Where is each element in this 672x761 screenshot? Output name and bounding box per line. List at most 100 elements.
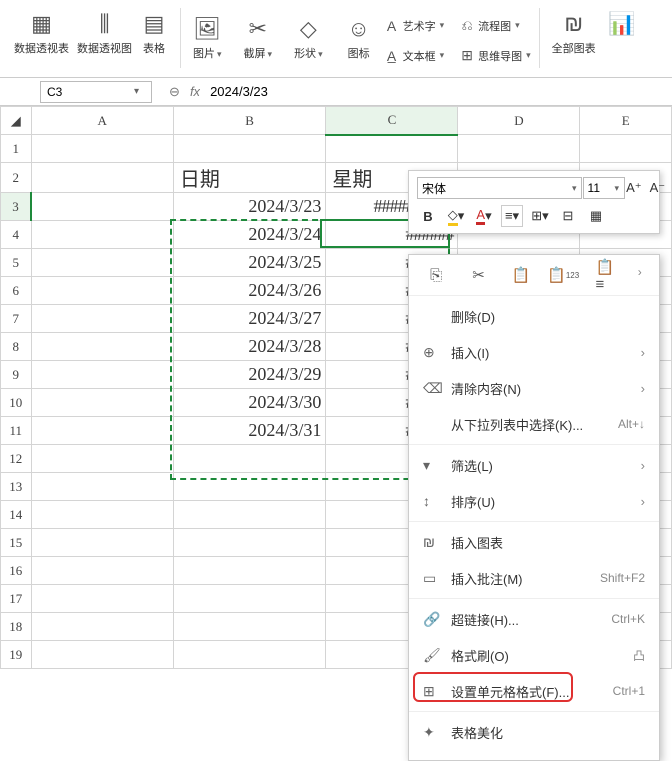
cell[interactable] [31,163,173,193]
font-select[interactable] [417,177,582,199]
ctx-beautify[interactable]: ✦表格美化 [409,714,659,750]
chevron-right-icon[interactable]: › [638,265,642,285]
font-size-select[interactable] [583,177,625,199]
cell[interactable] [173,501,326,529]
cell[interactable]: 2024/3/25 [173,249,326,277]
cell[interactable] [31,389,173,417]
row-header[interactable]: 4 [1,221,32,249]
ctx-dropdown-select[interactable]: 从下拉列表中选择(K)...Alt+↓ [409,406,659,442]
ctx-sort[interactable]: ↕排序(U)› [409,483,659,519]
cell[interactable] [31,585,173,613]
row-header[interactable]: 6 [1,277,32,305]
ctx-insert[interactable]: ⊕插入(I)› [409,334,659,370]
cell[interactable] [173,557,326,585]
row-header[interactable]: 2 [1,163,32,193]
borders-button[interactable]: ⊞▾ [529,205,551,227]
all-charts-button[interactable]: ₪ 全部图表 [548,8,600,73]
row-header[interactable]: 12 [1,445,32,473]
bold-button[interactable]: B [417,205,439,227]
paste-icon[interactable]: 📋 [511,265,531,285]
ctx-hyperlink[interactable]: 🔗超链接(H)...Ctrl+K [409,601,659,637]
row-header[interactable]: 8 [1,333,32,361]
cell[interactable] [31,501,173,529]
cell[interactable] [31,193,173,221]
row-header[interactable]: 16 [1,557,32,585]
shapes-button[interactable]: ◇ 形状▾ [290,13,327,63]
cell[interactable] [31,557,173,585]
row-header[interactable]: 14 [1,501,32,529]
textbox-button[interactable]: A̲文本框▾ [383,47,445,65]
cell[interactable] [173,135,326,163]
flowchart-button[interactable]: ⎌流程图▾ [458,17,531,35]
align-button[interactable]: ≡▾ [501,205,523,227]
table-button[interactable]: ▤ 表格 [136,8,172,73]
cell[interactable] [31,417,173,445]
cell[interactable] [31,333,173,361]
cell[interactable] [173,585,326,613]
pivot-table-button[interactable]: ▦ 数据透视表 [10,8,73,73]
icons-button[interactable]: ☺ 图标 [341,13,377,63]
formula-input[interactable] [200,84,666,99]
cell[interactable] [31,361,173,389]
ctx-insert-chart[interactable]: ₪插入图表 [409,524,659,560]
cell[interactable]: 2024/3/23 [173,193,326,221]
ctx-delete[interactable]: 删除(D) [409,298,659,334]
cell[interactable] [173,445,326,473]
cell[interactable] [31,445,173,473]
col-header-a[interactable]: A [31,107,173,135]
cell[interactable]: 2024/3/30 [173,389,326,417]
cell[interactable] [31,529,173,557]
merge-button[interactable]: ⊟ [557,205,579,227]
picture-button[interactable]: 🖼 图片▾ [189,13,226,63]
row-header[interactable]: 19 [1,641,32,669]
row-header[interactable]: 1 [1,135,32,163]
cut-icon[interactable]: ✂ [468,265,488,285]
ctx-format-painter[interactable]: 🖌格式刷(O)凸 [409,637,659,673]
row-header[interactable]: 7 [1,305,32,333]
copy-icon[interactable]: ⎘ [426,265,446,285]
mindmap-button[interactable]: ⊞思维导图▾ [458,47,531,65]
row-header[interactable]: 17 [1,585,32,613]
fx-icon[interactable]: fx [190,84,200,99]
col-header-c[interactable]: C [326,107,458,135]
cell[interactable]: 2024/3/27 [173,305,326,333]
cell[interactable] [31,473,173,501]
cell[interactable]: 2024/3/24 [173,221,326,249]
row-header[interactable]: 10 [1,389,32,417]
more-chart-button[interactable]: 📊 [604,8,640,73]
ctx-clear[interactable]: ⌫清除内容(N)› [409,370,659,406]
cell[interactable] [173,529,326,557]
cell[interactable] [31,277,173,305]
select-all-corner[interactable]: ◢ [1,107,32,135]
fill-color-button[interactable]: ◇▾ [445,205,467,227]
cell[interactable] [31,641,173,669]
paste-special-icon[interactable]: 📋≡ [595,265,615,285]
cell[interactable] [173,473,326,501]
cell[interactable]: 2024/3/28 [173,333,326,361]
decrease-font-button[interactable]: A⁻ [649,177,667,199]
cell[interactable] [458,135,580,163]
row-header[interactable]: 11 [1,417,32,445]
row-header[interactable]: 3 [1,193,32,221]
cell[interactable]: 2024/3/26 [173,277,326,305]
paste-values-icon[interactable]: 📋123 [553,265,573,285]
cell[interactable] [31,613,173,641]
col-header-d[interactable]: D [458,107,580,135]
cell[interactable] [580,135,672,163]
cell[interactable] [31,135,173,163]
ctx-filter[interactable]: ▾筛选(L)› [409,447,659,483]
name-box[interactable] [40,81,152,103]
cell[interactable] [31,249,173,277]
zoom-out-icon[interactable]: ⊖ [169,84,180,100]
cell[interactable]: 2024/3/31 [173,417,326,445]
ctx-format-cells[interactable]: ⊞设置单元格格式(F)...Ctrl+1 [409,673,659,709]
font-color-button[interactable]: A▾ [473,205,495,227]
col-header-b[interactable]: B [173,107,326,135]
row-header[interactable]: 13 [1,473,32,501]
col-header-e[interactable]: E [580,107,672,135]
cell[interactable] [326,135,458,163]
cell[interactable]: 日期 [173,163,326,193]
row-header[interactable]: 18 [1,613,32,641]
increase-font-button[interactable]: A⁺ [625,177,643,199]
cell[interactable]: 2024/3/29 [173,361,326,389]
